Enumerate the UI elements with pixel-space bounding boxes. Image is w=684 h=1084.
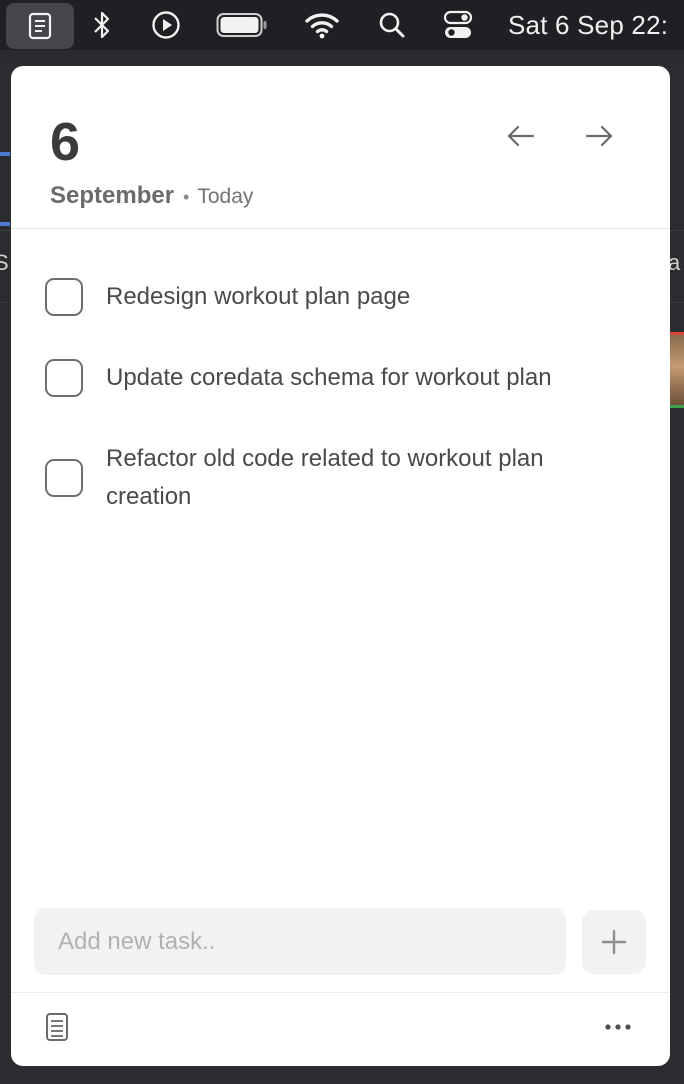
background-text: S	[0, 250, 9, 275]
ellipsis-icon	[605, 1024, 631, 1030]
wifi-icon[interactable]	[300, 0, 344, 50]
search-icon[interactable]	[372, 0, 412, 50]
date-subtitle: September • Today	[50, 182, 253, 210]
task-label[interactable]: Redesign workout plan page	[106, 278, 410, 316]
today-label: Today	[197, 185, 254, 208]
menu-bar-clock[interactable]: Sat 6 Sep 22:	[508, 0, 684, 50]
header-divider	[11, 228, 670, 229]
task-item: Update coredata schema for workout plan	[45, 359, 605, 397]
arrow-right-icon	[585, 125, 613, 147]
day-number: 6	[50, 112, 81, 172]
add-task-input[interactable]	[34, 908, 566, 975]
previous-day-button[interactable]	[501, 116, 541, 156]
task-item: Redesign workout plan page	[45, 278, 605, 316]
battery-icon[interactable]	[214, 0, 270, 50]
task-checkbox[interactable]	[45, 459, 83, 497]
footer-divider	[11, 992, 670, 993]
add-task-button[interactable]	[582, 910, 646, 974]
background-accent	[0, 222, 10, 226]
list-icon	[46, 1013, 68, 1041]
tasks-popover: 6 September • Today Redesign workout pla…	[11, 66, 670, 1066]
background-avatar	[670, 332, 684, 408]
bluetooth-icon[interactable]	[86, 0, 118, 50]
task-checkbox[interactable]	[45, 359, 83, 397]
task-list-button[interactable]	[42, 1010, 72, 1044]
next-day-button[interactable]	[579, 116, 619, 156]
task-label[interactable]: Update coredata schema for workout plan	[106, 359, 552, 397]
arrow-left-icon	[507, 125, 535, 147]
month-label: September	[50, 182, 175, 209]
menu-bar: Sat 6 Sep 22:	[0, 0, 684, 50]
notes-app-icon[interactable]	[6, 3, 74, 49]
play-icon[interactable]	[146, 0, 186, 50]
separator-dot: •	[183, 187, 190, 207]
control-center-icon[interactable]	[436, 0, 480, 50]
background-accent	[0, 152, 10, 156]
more-options-button[interactable]	[601, 1012, 635, 1042]
task-label[interactable]: Refactor old code related to workout pla…	[106, 440, 546, 516]
task-item: Refactor old code related to workout pla…	[45, 440, 605, 516]
task-checkbox[interactable]	[45, 278, 83, 316]
plus-icon	[601, 929, 627, 955]
